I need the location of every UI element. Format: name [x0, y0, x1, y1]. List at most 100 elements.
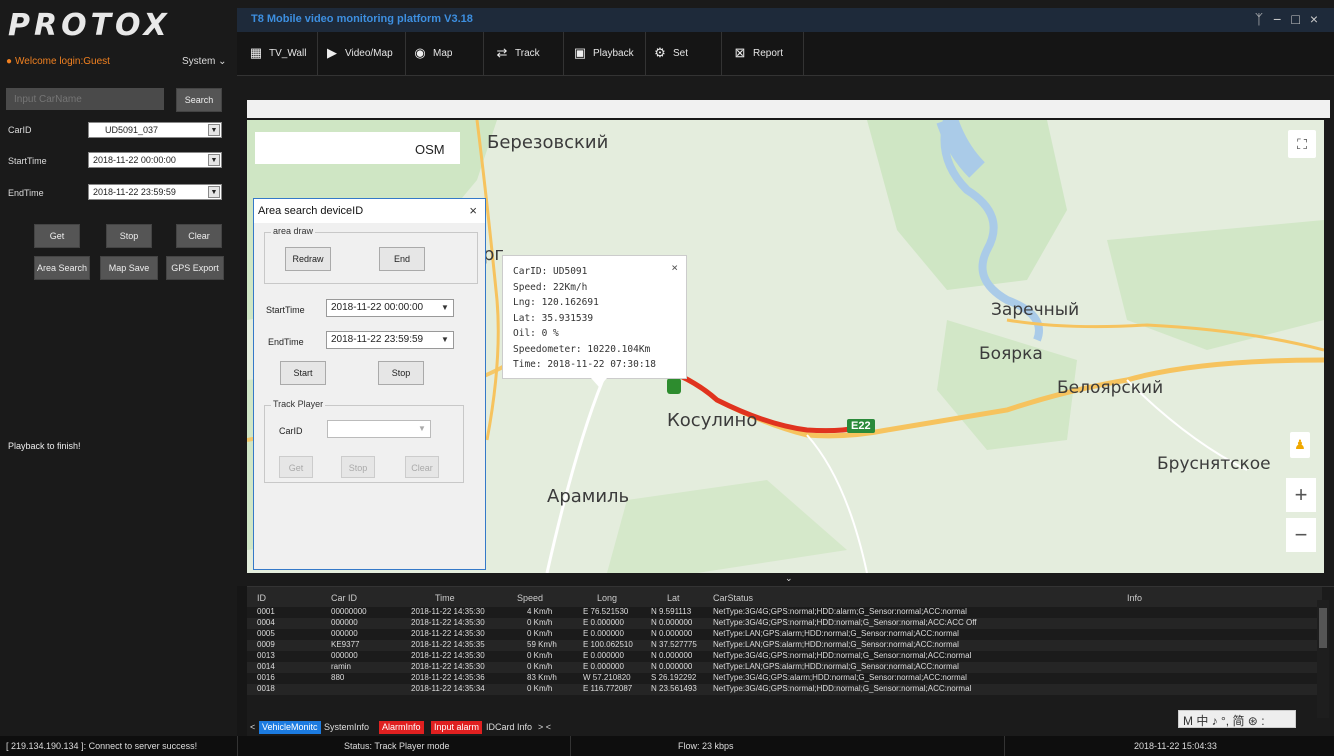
table-header: ID Car ID Time Speed Long Lat CarStatus … — [247, 587, 1322, 607]
town-label: Косулино — [667, 410, 758, 431]
dlg-get-button[interactable]: Get — [279, 456, 313, 478]
starttime-select[interactable]: 2018-11-22 00:00:00 ▼ — [88, 152, 222, 168]
zoom-in-button[interactable]: + — [1286, 478, 1316, 512]
col-time[interactable]: Time — [435, 593, 455, 603]
col-info[interactable]: Info — [1127, 593, 1142, 603]
nav-divider — [317, 32, 318, 76]
tab-next-icon[interactable]: > < — [535, 721, 554, 734]
nav-set[interactable]: ⚙ Set — [653, 42, 688, 64]
user-icon[interactable]: ᛉ — [1255, 11, 1273, 27]
table-cell: 59 Km/h — [527, 640, 557, 649]
col-long[interactable]: Long — [597, 593, 617, 603]
endtime-value: 2018-11-22 23:59:59 — [93, 187, 176, 197]
nav-label: Report — [753, 47, 784, 59]
nav-map[interactable]: ◉ Map — [413, 42, 452, 64]
nav-tv-wall[interactable]: ▦ TV_Wall — [249, 42, 307, 64]
table-row[interactable]: 0009 KE9377 2018-11-22 14:35:35 59 Km/h E 10… — [247, 640, 1317, 651]
restore-icon[interactable]: □ — [1291, 11, 1309, 27]
nav-report[interactable]: ⊠ Report — [733, 42, 783, 64]
close-icon[interactable]: × — [1310, 11, 1328, 27]
dlg-endtime-select[interactable]: 2018-11-22 23:59:59 ▼ — [326, 331, 454, 349]
table-row[interactable]: 0004 000000 2018-11-22 14:35:30 0 Km/h E 0.0… — [247, 618, 1317, 629]
group-title: area draw — [271, 226, 316, 236]
playback-message: Playback to finish! — [8, 441, 81, 451]
dlg-carid-select[interactable]: ▼ — [327, 420, 431, 438]
map-save-button[interactable]: Map Save — [100, 256, 158, 280]
table-cell: NetType:3G/4G;GPS:normal;HDD:normal;G_Se… — [713, 618, 977, 627]
table-row[interactable]: 0014 ramin 2018-11-22 14:35:30 0 Km/h E 0.00… — [247, 662, 1317, 673]
table-row[interactable]: 0016 880 2018-11-22 14:35:36 83 Km/h W 57.21… — [247, 673, 1317, 684]
dropdown-arrow-icon: ▼ — [208, 154, 220, 166]
table-cell: E 116.772087 — [583, 684, 633, 693]
carid-select[interactable]: UD5091_037 ▼ — [88, 122, 222, 138]
table-cell: N 0.000000 — [651, 629, 693, 638]
area-search-button[interactable]: Area Search — [34, 256, 90, 280]
street-view-icon[interactable]: ♟ — [1290, 432, 1310, 458]
col-id[interactable]: ID — [257, 593, 266, 603]
col-carstatus[interactable]: CarStatus — [713, 593, 753, 603]
dlg-stop-button[interactable]: Stop — [378, 361, 424, 385]
table-cell: 83 Km/h — [527, 673, 557, 682]
server-status: [ 219.134.190.134 ]: Connect to server s… — [6, 741, 198, 751]
col-carid[interactable]: Car ID — [331, 593, 357, 603]
ime-toolbar[interactable]: M 中 ♪ °, 简 ⊛ : — [1178, 710, 1296, 728]
nav-track[interactable]: ⇄ Track — [495, 42, 540, 64]
col-speed[interactable]: Speed — [517, 593, 543, 603]
nav-playback[interactable]: ▣ Playback — [573, 42, 634, 64]
popup-speedometer: Speedometer: 10220.104Km — [513, 343, 651, 355]
grid-icon: ▦ — [249, 45, 263, 60]
tab-prev-icon[interactable]: < — [247, 721, 258, 734]
redraw-button[interactable]: Redraw — [285, 247, 331, 271]
close-icon[interactable]: × — [469, 203, 477, 218]
scroll-thumb[interactable] — [1319, 608, 1327, 648]
table-scrollbar[interactable] — [1317, 600, 1329, 718]
tab-system-info[interactable]: SystemInfo — [321, 721, 372, 734]
dlg-track-stop-button[interactable]: Stop — [341, 456, 375, 478]
table-cell: N 23.561493 — [651, 684, 697, 693]
clear-button[interactable]: Clear — [176, 224, 222, 248]
col-lat[interactable]: Lat — [667, 593, 680, 603]
gps-export-button[interactable]: GPS Export — [166, 256, 224, 280]
table-cell: N 9.591113 — [651, 607, 692, 616]
stop-button[interactable]: Stop — [106, 224, 152, 248]
table-cell: N 37.527775 — [651, 640, 697, 649]
area-search-dialog: Area search deviceID × area draw Redraw … — [253, 198, 486, 570]
fullscreen-icon[interactable]: ⛶ — [1288, 130, 1316, 158]
tab-idcard-info[interactable]: IDCard Info — [483, 721, 535, 734]
tab-input-alarm[interactable]: Input alarm — [431, 721, 483, 734]
get-button[interactable]: Get — [34, 224, 80, 248]
nav-video-map[interactable]: ▶ Video/Map — [325, 42, 393, 64]
end-button[interactable]: End — [379, 247, 425, 271]
carid-value: UD5091_037 — [105, 125, 159, 135]
zoom-out-button[interactable]: − — [1286, 518, 1316, 552]
minimize-icon[interactable]: − — [1273, 11, 1291, 27]
table-row[interactable]: 0013 000000 2018-11-22 14:35:30 0 Km/h E 0.0… — [247, 651, 1317, 662]
table-row[interactable]: 0001 00000000 2018-11-22 14:35:30 4 Km/h E 7… — [247, 607, 1317, 618]
table-cell: 0 Km/h — [527, 662, 553, 671]
table-row[interactable]: 0005 000000 2018-11-22 14:35:30 0 Km/h E 0.0… — [247, 629, 1317, 640]
start-button[interactable]: Start — [280, 361, 326, 385]
flow-status: Flow: 23 kbps — [678, 741, 734, 751]
top-bar: PROTOX ● Welcome login:Guest System ⌄ T8 … — [0, 0, 1334, 76]
system-menu[interactable]: System ⌄ — [182, 56, 227, 67]
close-icon[interactable]: × — [671, 260, 678, 276]
table-cell: 000000 — [331, 651, 358, 660]
table-row[interactable]: 0018 2018-11-22 14:35:34 0 Km/h E 116.77208… — [247, 684, 1317, 695]
vehicle-table: ID Car ID Time Speed Long Lat CarStatus … — [247, 586, 1334, 718]
map-layer-label[interactable]: OSM — [255, 132, 460, 164]
dlg-starttime-select[interactable]: 2018-11-22 00:00:00 ▼ — [326, 299, 454, 317]
car-name-input[interactable] — [6, 88, 164, 110]
endtime-select[interactable]: 2018-11-22 23:59:59 ▼ — [88, 184, 222, 200]
popup-lat: Lat: 35.931539 — [513, 312, 594, 324]
camera-icon: ▣ — [573, 45, 587, 60]
dlg-clear-button[interactable]: Clear — [405, 456, 439, 478]
vehicle-popup: × CarID: UD5091 Speed: 22Km/h Lng: 120.1… — [502, 255, 687, 387]
collapse-chevron-icon[interactable]: ⌄ — [785, 573, 793, 584]
report-icon: ⊠ — [734, 45, 746, 60]
search-button[interactable]: Search — [176, 88, 222, 112]
table-cell: 0 Km/h — [527, 618, 553, 627]
tab-vehicle-monitor[interactable]: VehicleMonitc — [259, 721, 321, 734]
table-cell: 0016 — [257, 673, 275, 682]
table-cell: ramin — [331, 662, 352, 671]
tab-alarm-info[interactable]: AlarmInfo — [379, 721, 424, 734]
